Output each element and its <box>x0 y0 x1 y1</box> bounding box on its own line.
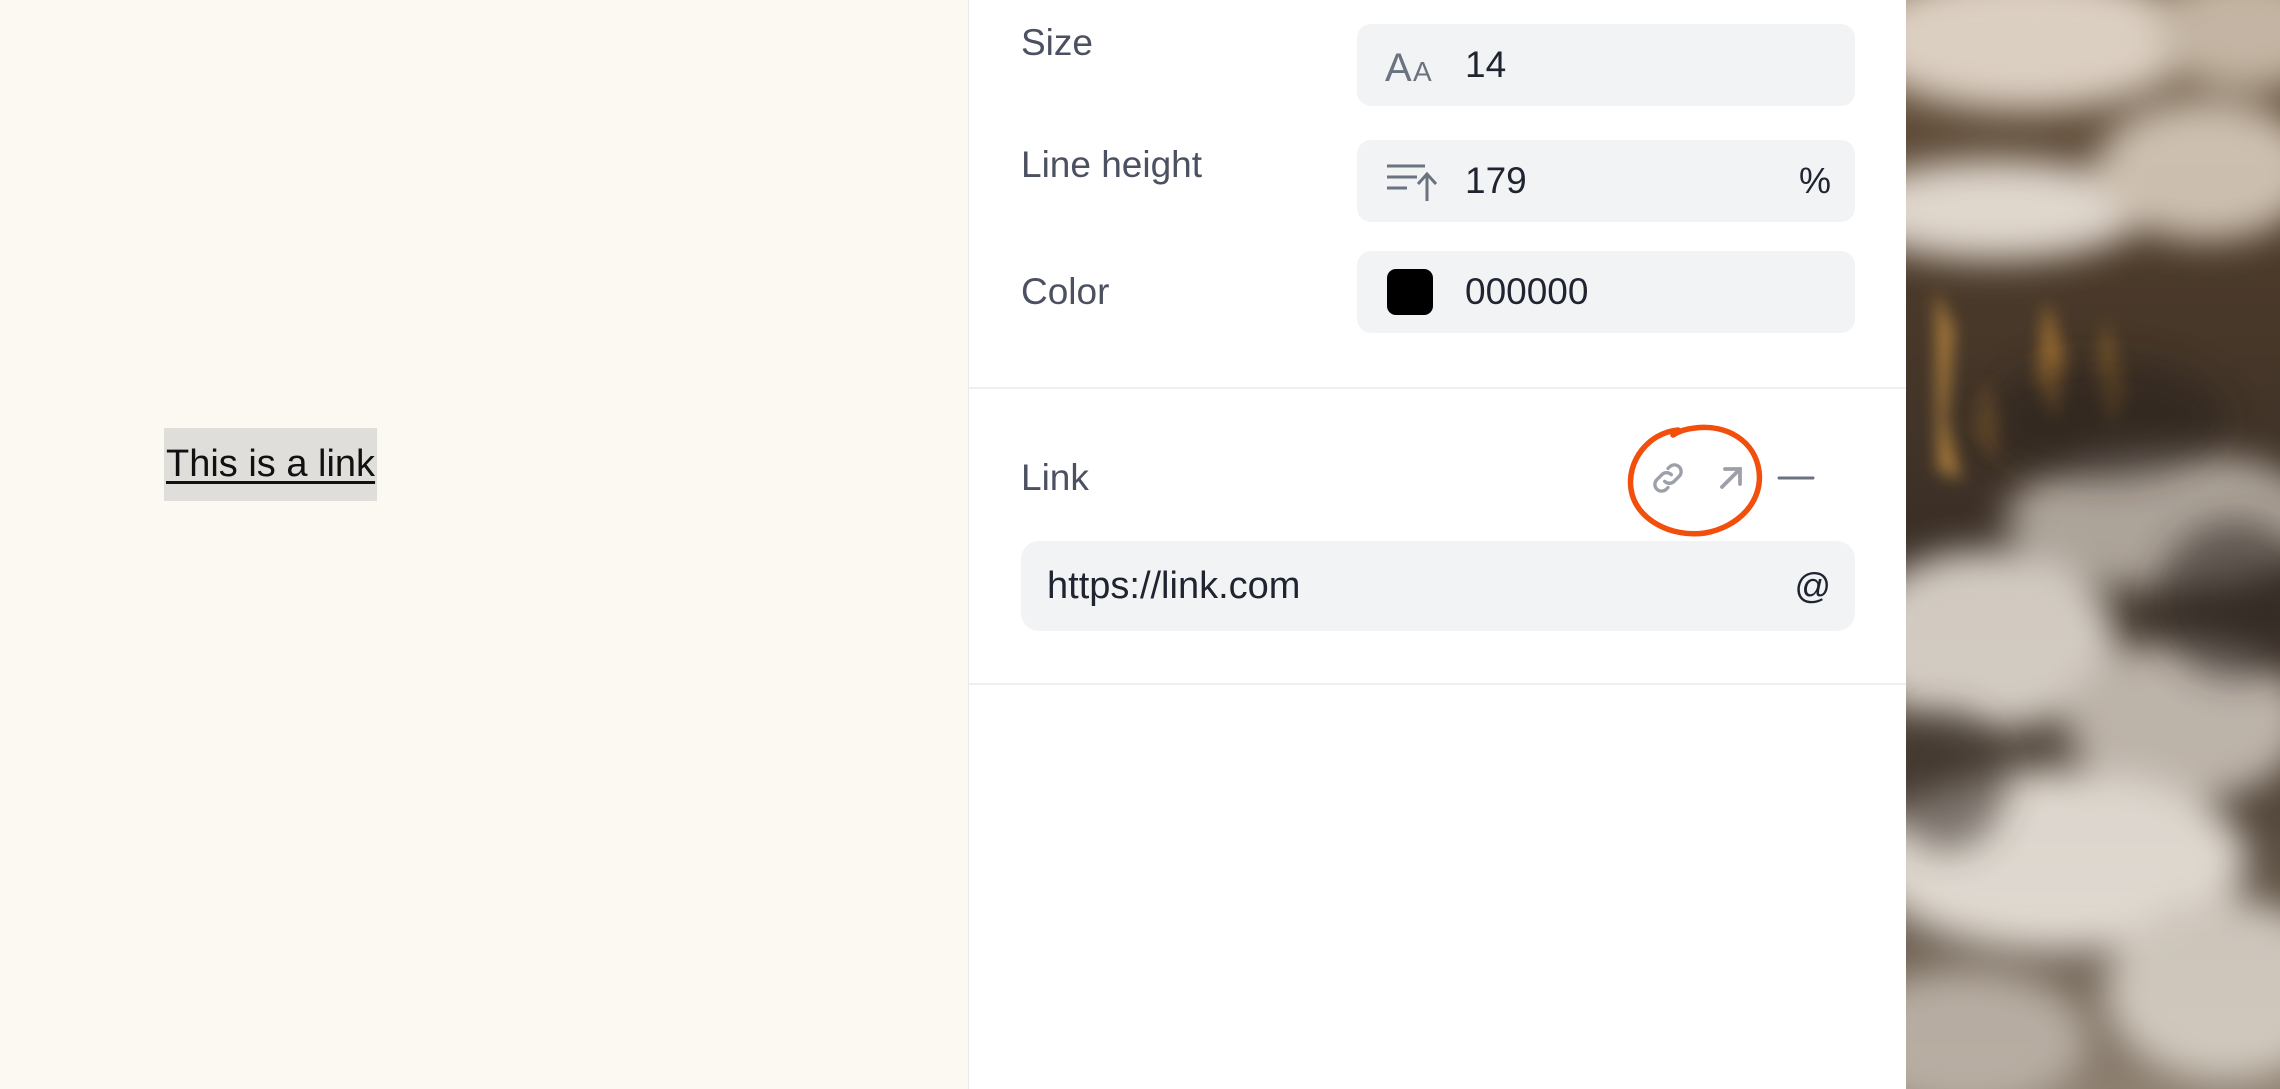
color-row: Color 000000 <box>1021 251 1855 333</box>
line-height-field[interactable]: 179 % <box>1357 140 1855 222</box>
at-icon[interactable]: @ <box>1794 541 1831 631</box>
line-height-unit: % <box>1798 160 1831 201</box>
open-external-icon[interactable] <box>1707 454 1755 502</box>
line-height-icon <box>1385 161 1438 201</box>
link-url-field[interactable]: @ <box>1021 541 1855 631</box>
line-height-label: Line height <box>1021 144 1203 185</box>
line-height-value: 179 <box>1465 160 1527 201</box>
link-url-input[interactable] <box>1047 541 1747 631</box>
selected-link-text[interactable]: This is a link <box>164 428 378 501</box>
color-swatch[interactable] <box>1387 269 1433 315</box>
font-size-icon: A A <box>1385 45 1437 90</box>
color-label: Color <box>1021 271 1110 312</box>
size-field[interactable]: A A 14 <box>1357 24 1855 106</box>
remove-icon[interactable] <box>1772 454 1820 502</box>
color-value: 000000 <box>1465 271 1589 312</box>
section-divider-bottom <box>969 683 1906 685</box>
canvas[interactable]: This is a link <box>0 0 969 1089</box>
color-field[interactable]: 000000 <box>1357 251 1855 333</box>
properties-panel: Size A A 14 Line height 179 % Color 0000… <box>969 0 1906 1089</box>
size-label: Size <box>1021 22 1093 63</box>
size-row: Size A A 14 <box>1021 22 1855 106</box>
section-divider <box>969 387 1906 389</box>
background-photo <box>1906 0 2280 1089</box>
link-section-label: Link <box>1021 457 1089 498</box>
svg-text:A: A <box>1413 56 1432 85</box>
link-icon[interactable] <box>1644 454 1692 502</box>
svg-text:A: A <box>1385 46 1412 85</box>
size-value: 14 <box>1465 44 1507 85</box>
line-height-row: Line height 179 % <box>1021 140 1855 222</box>
